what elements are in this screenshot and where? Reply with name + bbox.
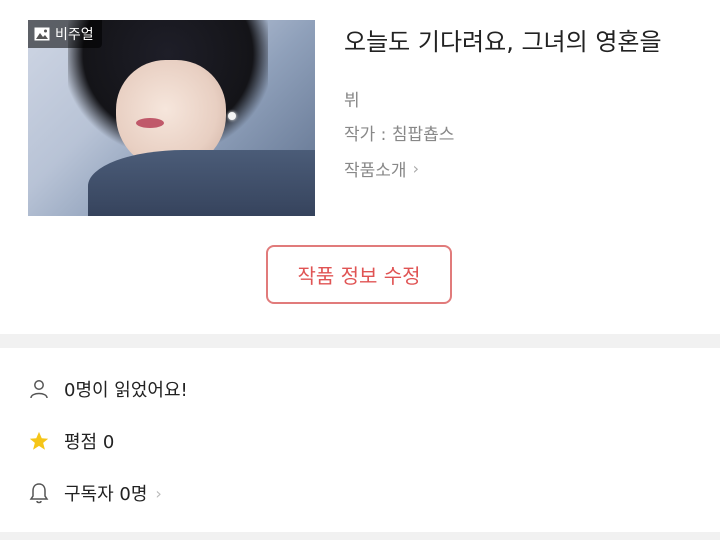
rating-value: 평점 0 <box>64 432 115 453</box>
readers-count: 0명이 읽었어요! <box>64 380 188 401</box>
rating-stat: 평점 0 <box>28 428 114 454</box>
cover-art-earring <box>228 112 236 120</box>
visual-badge-label: 비주얼 <box>55 27 94 43</box>
work-tag: 뷔 <box>344 91 360 111</box>
work-title: 오늘도 기다려요, 그녀의 영혼을 <box>344 28 662 56</box>
work-intro-link[interactable]: 작품소개 › <box>344 156 419 181</box>
person-icon <box>28 378 50 400</box>
edit-work-info-button[interactable]: 작품 정보 수정 <box>266 245 452 304</box>
chevron-right-icon: › <box>412 159 419 178</box>
work-author: 작가 : 침팝춉스 <box>344 125 455 145</box>
section-divider <box>0 334 720 348</box>
cover-image[interactable]: 비주얼 <box>28 20 315 216</box>
work-intro-label: 작품소개 <box>344 161 407 181</box>
subscribers-stat[interactable]: 구독자 0명 › <box>28 480 162 506</box>
image-icon <box>34 27 50 41</box>
bottom-divider <box>0 532 720 540</box>
chevron-right-icon: › <box>155 483 162 503</box>
visual-badge: 비주얼 <box>28 20 102 48</box>
bell-icon <box>28 482 50 504</box>
readers-stat: 0명이 읽었어요! <box>28 376 188 402</box>
star-icon <box>28 430 50 452</box>
cover-art-jacket <box>88 150 315 216</box>
cover-art-lips <box>136 118 164 128</box>
subscribers-count: 구독자 0명 <box>64 484 148 505</box>
